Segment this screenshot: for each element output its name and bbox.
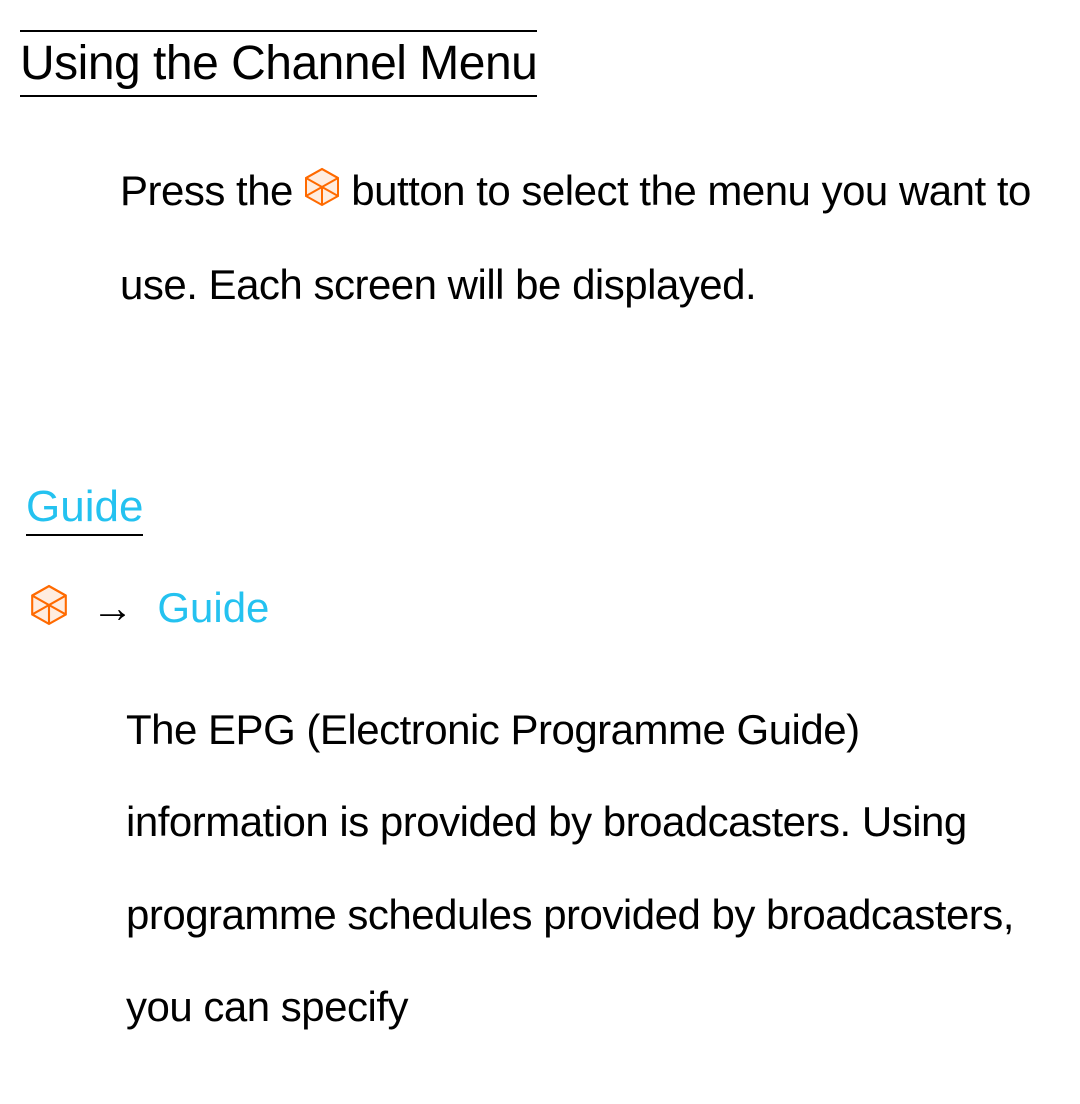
section-heading: Using the Channel Menu [20, 30, 1060, 97]
guide-body-paragraph: The EPG (Electronic Programme Guide) inf… [126, 684, 1040, 1054]
intro-before: Press the [120, 167, 304, 214]
guide-subsection: Guide → Guide The EPG (Electronic Progra… [26, 482, 1060, 1054]
intro-paragraph: Press the button to select the menu you … [120, 145, 1040, 332]
nav-arrow: → [92, 584, 134, 631]
smart-hub-cube-icon [304, 147, 340, 239]
subsection-title: Guide [26, 482, 143, 536]
section-title: Using the Channel Menu [20, 30, 537, 97]
nav-target: Guide [157, 584, 269, 631]
navigation-path: → Guide [30, 584, 1060, 636]
smart-hub-cube-icon [30, 584, 68, 636]
